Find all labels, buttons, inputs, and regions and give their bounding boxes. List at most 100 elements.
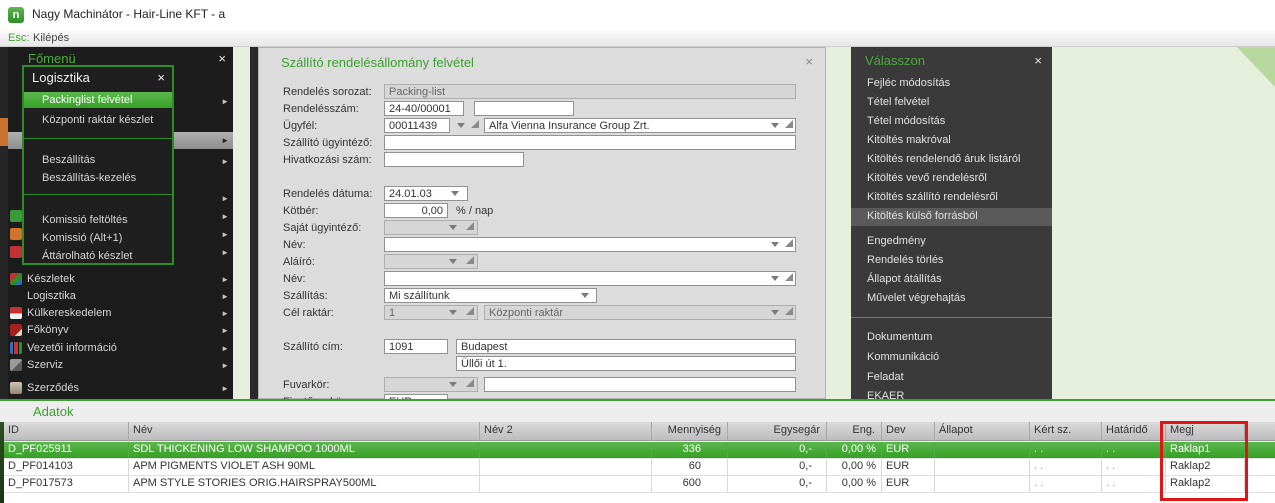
submenu-arrow-icon: ► bbox=[221, 97, 229, 106]
action-item-kitoltes-kulso-forrasbol[interactable]: Kitöltés külső forrásból bbox=[851, 208, 1052, 226]
nev-field-1[interactable] bbox=[384, 237, 796, 252]
dropdown-arrow-icon[interactable] bbox=[771, 276, 779, 281]
hivatkozasi-szam-field[interactable] bbox=[384, 152, 524, 167]
column-header-egysegar[interactable]: Egysegár bbox=[728, 422, 827, 440]
action-item-feladat[interactable]: Feladat bbox=[851, 369, 1052, 387]
popup-item-komissio-feltoltes[interactable]: Komissió feltöltés bbox=[24, 212, 172, 228]
corner-decoration bbox=[1237, 47, 1275, 87]
action-item-tetel-modositas[interactable]: Tétel módosítás bbox=[851, 113, 1052, 131]
popup-item-beszallitas[interactable]: Beszállítás bbox=[24, 152, 172, 168]
dropdown-arrow-icon[interactable] bbox=[451, 191, 459, 196]
combo-open-icon[interactable] bbox=[466, 379, 474, 387]
dropdown-arrow-icon[interactable] bbox=[449, 259, 457, 264]
rendelesszam-field[interactable]: 24-40/00001 bbox=[384, 101, 464, 116]
sidebar-item-szerzodes[interactable]: Szerződés ► bbox=[8, 380, 233, 397]
close-icon[interactable]: × bbox=[218, 51, 226, 66]
szallito-cim-city-field[interactable]: Budapest bbox=[456, 339, 796, 354]
column-header-allapot[interactable]: Állapot bbox=[935, 422, 1030, 440]
szallitas-field[interactable]: Mi szállítunk bbox=[384, 288, 597, 303]
submenu-arrow-icon: ► bbox=[221, 292, 229, 301]
submenu-arrow-icon: ► bbox=[221, 136, 229, 145]
table-row[interactable]: D_PF025911 SDL THICKENING LOW SHAMPOO 10… bbox=[4, 442, 1275, 459]
table-row[interactable]: D_PF014103 APM PIGMENTS VIOLET ASH 90ML … bbox=[4, 459, 1275, 476]
action-item-tetel-felvetel[interactable]: Tétel felvétel bbox=[851, 94, 1052, 112]
combo-open-icon[interactable] bbox=[785, 239, 793, 247]
dropdown-arrow-icon[interactable] bbox=[449, 382, 457, 387]
action-item-dokumentum[interactable]: Dokumentum bbox=[851, 329, 1052, 347]
sidebar-item-kulkereskedelem[interactable]: Külkereskedelem ► bbox=[8, 305, 233, 322]
sidebar-item-fokonyv[interactable]: Főkönyv ► bbox=[8, 322, 233, 339]
combo-open-icon[interactable] bbox=[466, 307, 474, 315]
combo-open-icon[interactable] bbox=[785, 307, 793, 315]
field-label: Fuvarkör: bbox=[283, 379, 330, 391]
sidebar-item-vezetoi-informacio[interactable]: Vezetői információ ► bbox=[8, 340, 233, 357]
ugyfel-name-field[interactable]: Alfa Vienna Insurance Group Zrt. bbox=[484, 118, 796, 133]
cel-raktar-code-field[interactable]: 1 bbox=[384, 305, 478, 320]
column-header-nev2[interactable]: Név 2 bbox=[480, 422, 652, 440]
close-icon[interactable]: × bbox=[157, 70, 165, 85]
kotber-field[interactable]: 0,00 bbox=[384, 203, 448, 218]
close-icon[interactable]: × bbox=[805, 54, 813, 69]
sidebar-item-logisztika[interactable]: Logisztika ► bbox=[8, 288, 233, 305]
action-item-kitoltes-makroval[interactable]: Kitöltés makróval bbox=[851, 132, 1052, 150]
menu-bar: Esc: Kilépés bbox=[0, 30, 1275, 47]
combo-open-icon[interactable] bbox=[466, 256, 474, 264]
nev-field-2[interactable] bbox=[384, 271, 796, 286]
fuvarkor-name-field[interactable] bbox=[484, 377, 796, 392]
action-item-engedmeny[interactable]: Engedmény bbox=[851, 233, 1052, 251]
action-item-ekaer[interactable]: EKAER bbox=[851, 388, 1052, 399]
ugyfel-code-field[interactable]: 00011439 bbox=[384, 118, 450, 133]
alairo-field[interactable] bbox=[384, 254, 478, 269]
column-header-hatarido[interactable]: Határidő bbox=[1102, 422, 1166, 440]
column-header-id[interactable]: ID bbox=[4, 422, 129, 440]
submenu-arrow-icon: ► bbox=[221, 326, 229, 335]
table-row-empty[interactable] bbox=[4, 493, 1275, 503]
popup-item-kozponti-raktar-keszlet[interactable]: Központi raktár készlet bbox=[24, 112, 172, 128]
dropdown-arrow-icon[interactable] bbox=[771, 123, 779, 128]
column-header-mennyiseg[interactable]: Mennyiség bbox=[652, 422, 728, 440]
dropdown-arrow-icon[interactable] bbox=[449, 225, 457, 230]
rendelesszam-field-2[interactable] bbox=[474, 101, 574, 116]
action-item-rendeles-torles[interactable]: Rendelés törlés bbox=[851, 252, 1052, 270]
cel-raktar-name-field[interactable]: Központi raktár bbox=[484, 305, 796, 320]
combo-open-icon[interactable] bbox=[785, 273, 793, 281]
szallito-cim-zip-field[interactable]: 1091 bbox=[384, 339, 448, 354]
szallito-cim-street-field[interactable]: Üllői út 1. bbox=[456, 356, 796, 371]
action-item-kitoltes-szallito[interactable]: Kitöltés szállító rendelésről bbox=[851, 189, 1052, 207]
action-item-fejlec-modositas[interactable]: Fejléc módosítás bbox=[851, 75, 1052, 93]
dropdown-arrow-icon[interactable] bbox=[457, 123, 465, 128]
field-label: Rendelés sorozat: bbox=[283, 86, 372, 98]
table-row[interactable]: D_PF017573 APM STYLE STORIES ORIG.HAIRSP… bbox=[4, 476, 1275, 493]
rendeles-sorozat-field[interactable]: Packing-list bbox=[384, 84, 796, 99]
dropdown-arrow-icon[interactable] bbox=[581, 293, 589, 298]
popup-item-packinglist-felvetel[interactable]: Packinglist felvétel bbox=[24, 92, 172, 108]
action-item-muvelet-vegrehajtas[interactable]: Művelet végrehajtás bbox=[851, 290, 1052, 308]
fuvarkor-field[interactable] bbox=[384, 377, 478, 392]
sidebar-item-szerviz[interactable]: Szerviz ► bbox=[8, 357, 233, 374]
dropdown-arrow-icon[interactable] bbox=[771, 310, 779, 315]
column-header-kert-sz[interactable]: Kért sz. bbox=[1030, 422, 1102, 440]
column-header-nev[interactable]: Név bbox=[129, 422, 480, 440]
sidebar-item-keszletek[interactable]: Készletek ► bbox=[8, 271, 233, 288]
combo-open-icon[interactable] bbox=[785, 120, 793, 128]
combo-open-icon[interactable] bbox=[466, 222, 474, 230]
exit-menu-item[interactable]: Kilépés bbox=[33, 32, 69, 44]
submenu-arrow-icon: ► bbox=[221, 248, 229, 257]
popup-item-komissio-alt1[interactable]: Komissió (Alt+1) bbox=[24, 230, 172, 246]
popup-item-attarolhato-keszlet[interactable]: Áttárolható készlet bbox=[24, 248, 172, 264]
field-label: Név: bbox=[283, 239, 306, 251]
column-header-dev[interactable]: Dev bbox=[882, 422, 935, 440]
action-item-kommunikacio[interactable]: Kommunikáció bbox=[851, 349, 1052, 367]
popup-item-beszallitas-kezeles[interactable]: Beszállítás-kezelés bbox=[24, 170, 172, 186]
sajat-ugyintezo-field[interactable] bbox=[384, 220, 478, 235]
contract-icon bbox=[10, 382, 22, 394]
column-header-eng[interactable]: Eng. bbox=[827, 422, 882, 440]
action-item-allapot-atallitas[interactable]: Állapot átállítás bbox=[851, 271, 1052, 289]
action-item-kitoltes-rendelendo[interactable]: Kitöltés rendelendő áruk listáról bbox=[851, 151, 1052, 169]
combo-open-icon[interactable] bbox=[471, 120, 479, 128]
szallito-ugyintezo-field[interactable] bbox=[384, 135, 796, 150]
dropdown-arrow-icon[interactable] bbox=[771, 242, 779, 247]
close-icon[interactable]: × bbox=[1034, 53, 1042, 68]
dropdown-arrow-icon[interactable] bbox=[449, 310, 457, 315]
action-item-kitoltes-vevo[interactable]: Kitöltés vevő rendelésről bbox=[851, 170, 1052, 188]
